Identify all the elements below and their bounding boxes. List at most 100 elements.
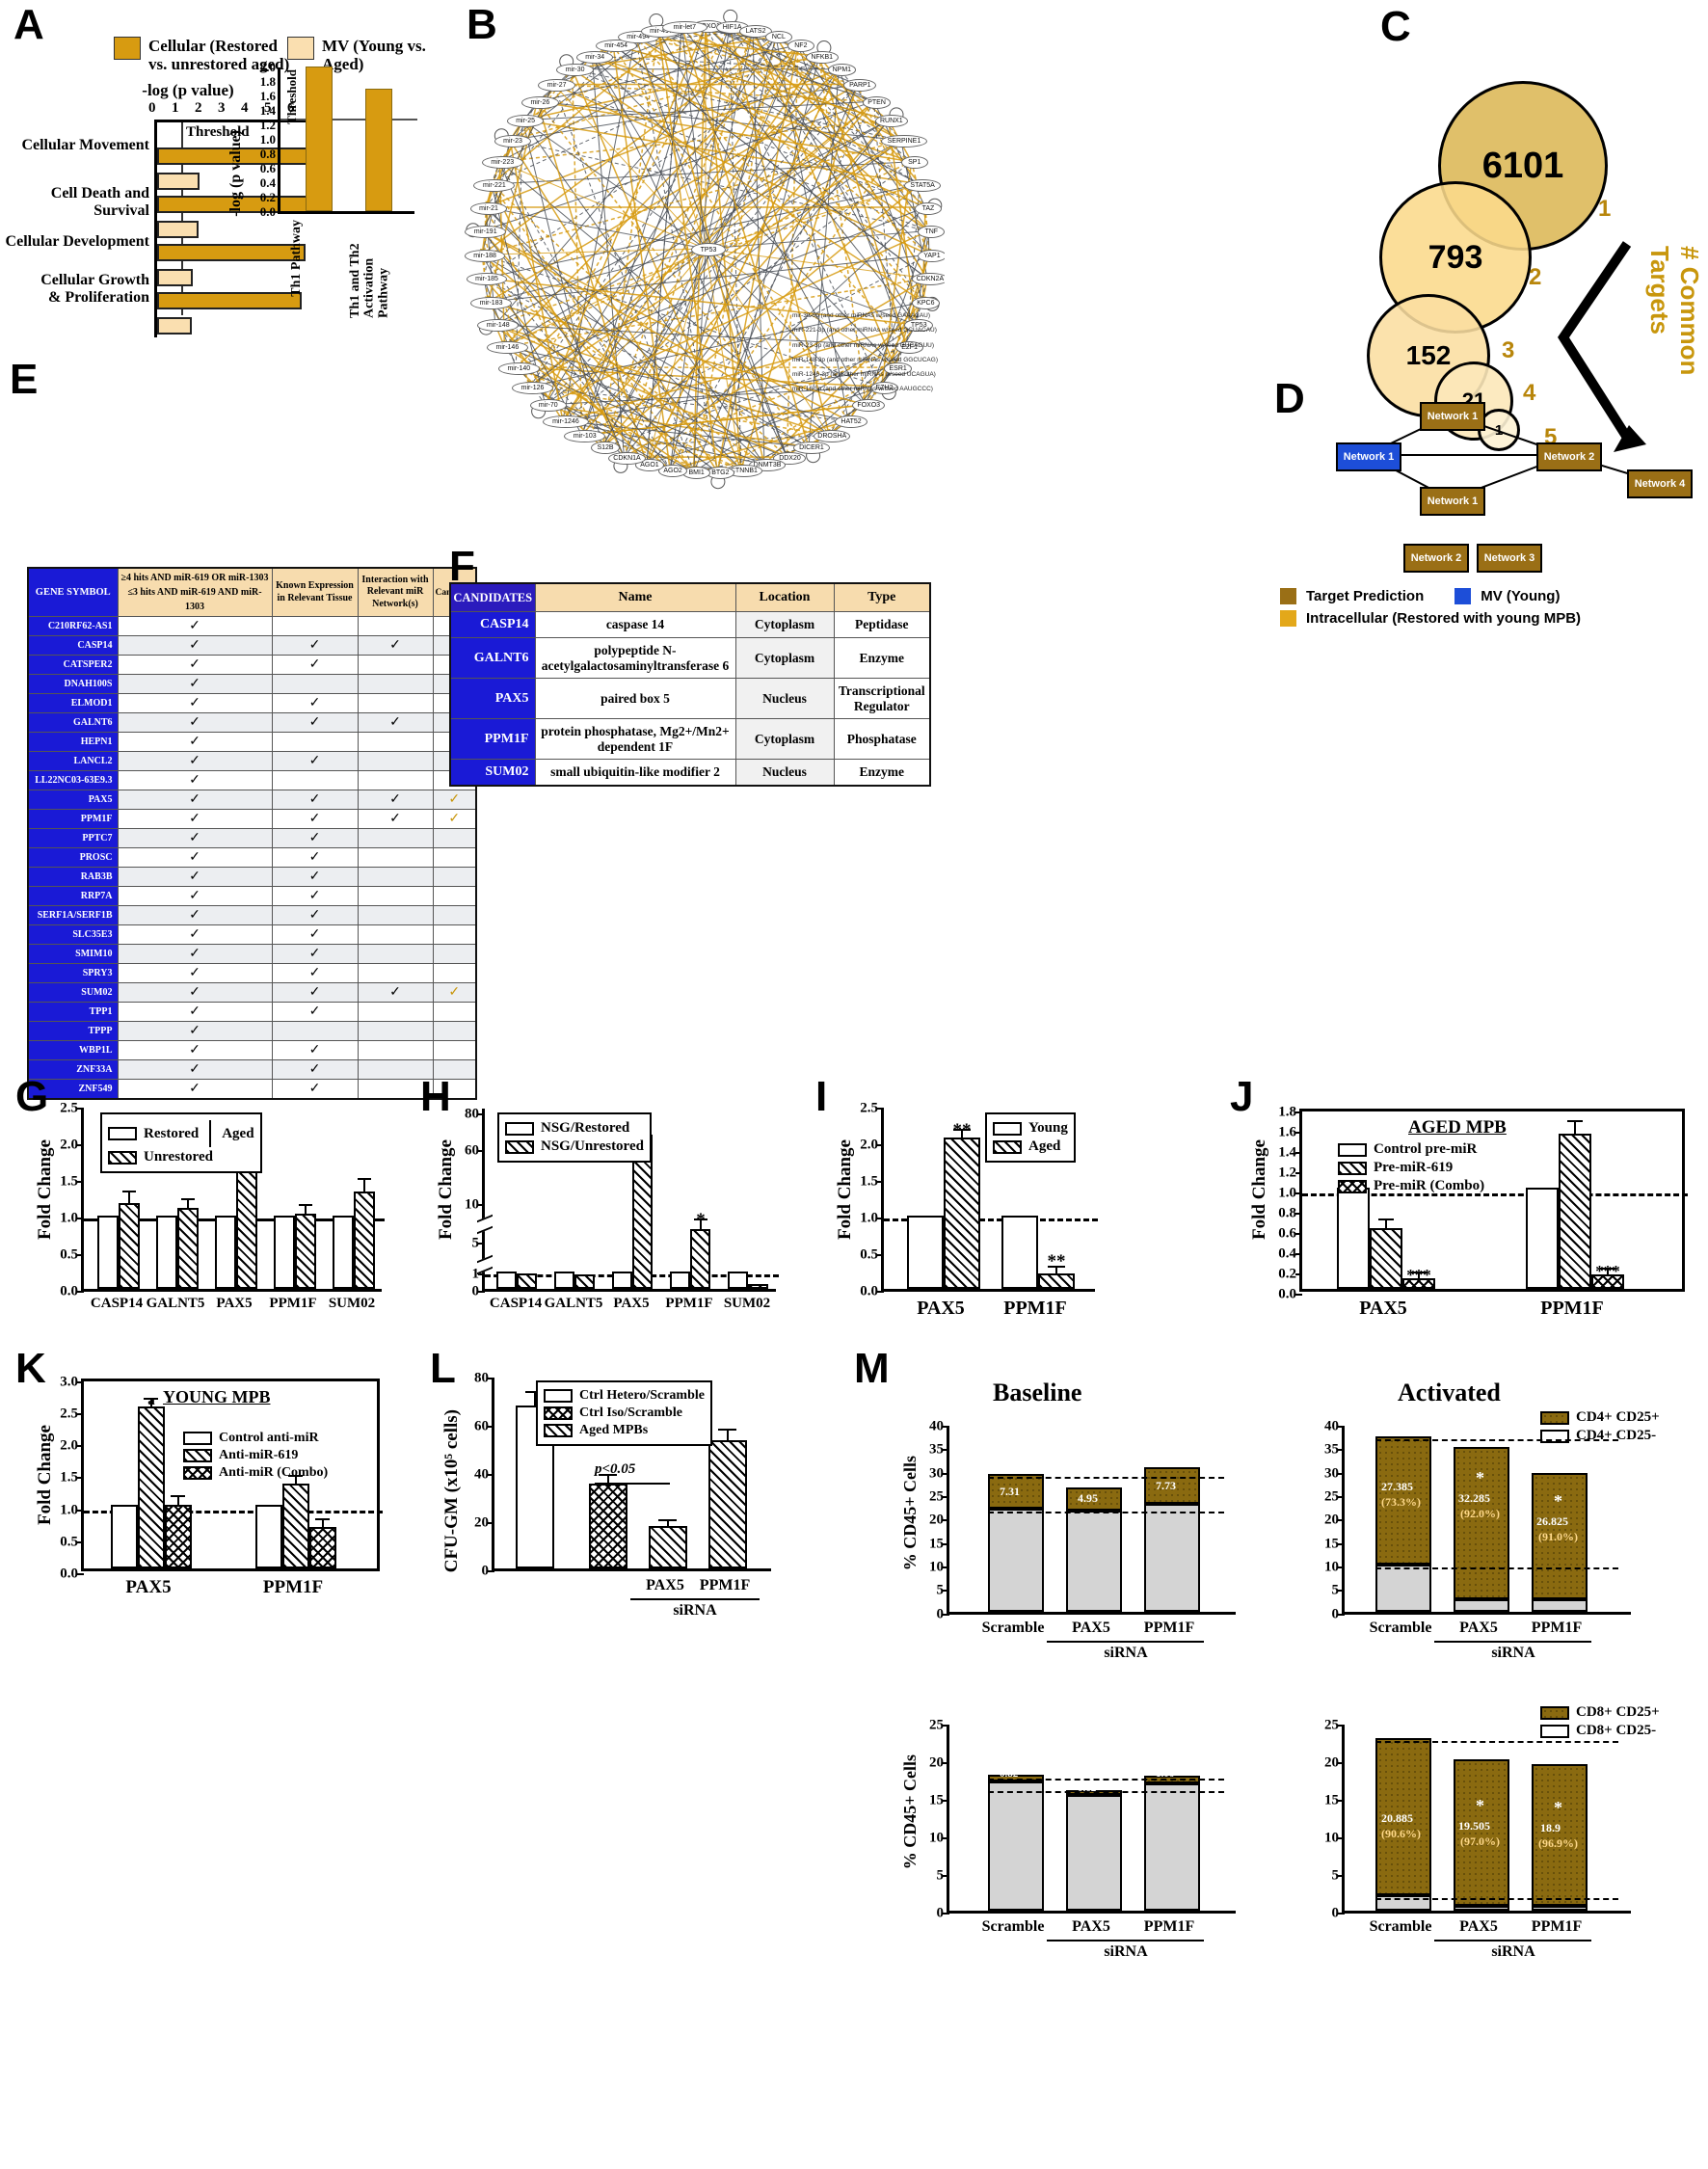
network-node[interactable]: mir-140 (497, 362, 540, 375)
network-node[interactable]: STAT5A (903, 178, 942, 192)
hits-cell: ✓ (117, 674, 273, 694)
network-node[interactable]: PTEN (862, 95, 892, 109)
network-node-hub[interactable]: TP53 (691, 243, 726, 256)
panel-m-cd4-act-dash-2 (1375, 1567, 1618, 1569)
candidate-name-cell: polypeptide N-acetylgalactosaminyltransf… (534, 636, 736, 680)
expression-cell: ✓ (271, 963, 359, 983)
network-node[interactable]: TAZ (914, 201, 942, 215)
candidate-cell: ✓ (432, 982, 477, 1003)
panel-a-inset-cat-1: Th1 and Th2 Activation Pathway (348, 243, 391, 318)
table-row: SUM02 small ubiquitin-like modifier 2 Nucl… (449, 759, 931, 787)
legend-label-young: Young (1028, 1120, 1068, 1136)
panel-j-legend-row-0: Control pre-miR (1338, 1141, 1484, 1158)
candidate-name-cell: caspase 14 (534, 611, 736, 638)
legend-swatch-target-prediction (1280, 588, 1296, 604)
network-node[interactable]: mir-1246 (543, 415, 589, 429)
hits-cell: ✓ (117, 847, 273, 868)
panel-c-arrow-label: # Common Targets (1645, 246, 1704, 376)
hits-cell: ✓ (117, 712, 273, 733)
network-node[interactable]: KPC6 (911, 296, 941, 309)
label-m-cd4-base-2: 7.73 (1156, 1479, 1176, 1492)
errcap-k-0b (171, 1495, 185, 1497)
table-row: TPP1 ✓ ✓ (27, 1002, 477, 1022)
node-network-2-center[interactable]: Network 2 (1536, 442, 1602, 471)
bar-m-cd8-base-pax5-neg (1066, 1795, 1122, 1911)
node-network-3-isolated[interactable]: Network 3 (1477, 544, 1542, 573)
node-network-4[interactable]: Network 4 (1627, 469, 1693, 498)
label-m-cd8-act-1: 19.505 (1458, 1819, 1490, 1833)
node-network-2-isolated[interactable]: Network 2 (1403, 544, 1469, 573)
hits-cell: ✓ (117, 770, 273, 790)
gene-symbol-cell: RAB3B (27, 867, 119, 887)
expression-cell: ✓ (271, 1040, 359, 1060)
candidate-cell: PAX5 (449, 678, 536, 720)
candidate-location-cell: Cytoplasm (734, 636, 835, 680)
hits-cell: ✓ (117, 732, 273, 752)
panel-m-cd4-activated: Activated CD4+ CD25+ CD4+ CD25- 0 5 10 1… (1282, 1379, 1706, 1668)
panel-l-legend-row-1: Ctrl Iso/Scramble (544, 1406, 705, 1421)
pct-m-cd8-act-1: (97.0%) (1460, 1834, 1500, 1848)
panel-m-cd8-base-sirna-bracket (1047, 1940, 1204, 1941)
network-node[interactable]: mir-27 (538, 79, 575, 93)
network-node[interactable]: mir-191 (465, 225, 507, 238)
bar-m-cd4-base-ppm1f-neg (1144, 1504, 1200, 1612)
interaction-cell (357, 867, 434, 887)
panel-h-cat-1: GALNT5 (544, 1296, 603, 1311)
network-node[interactable]: TNF (918, 225, 945, 238)
panel-e-header-row: GENE SYMBOL ≥4 hits AND miR-619 OR miR-1… (27, 567, 479, 617)
network-node[interactable]: mir-103 (564, 429, 606, 442)
network-node[interactable]: mir-183 (470, 296, 513, 309)
network-node[interactable]: SERPINE1 (881, 135, 927, 148)
network-node[interactable]: mir-34 (576, 50, 614, 64)
panel-g-legend: Restored Aged Unrestored (100, 1112, 262, 1173)
candidate-cell (432, 1040, 477, 1060)
legend-label-cd4-cd25-pos: CD4+ CD25+ (1576, 1409, 1660, 1425)
bar-g-restored-0 (97, 1216, 119, 1289)
candidate-type-cell: Enzyme (833, 636, 931, 680)
table-row: CATSPER2 ✓ ✓ (27, 655, 477, 675)
network-node[interactable]: RUNX1 (874, 115, 908, 128)
network-node[interactable]: YAP1 (918, 249, 945, 262)
network-node[interactable]: CDKN1A (608, 451, 646, 465)
panel-a-inset-ylabel: -log (p value) (227, 130, 244, 217)
bar-m-cd4-act-ppm1f-neg (1532, 1599, 1588, 1612)
network-node[interactable]: mir-221 (473, 178, 516, 192)
node-network-1-bottom[interactable]: Network 1 (1420, 487, 1485, 516)
interaction-cell (357, 770, 434, 790)
panel-h-cat-3: PPM1F (665, 1296, 713, 1311)
network-node[interactable]: mir-126 (512, 381, 553, 394)
panel-m-cd8-baseline-plot: 0 5 10 15 20 25 0.82 0.62 1.06 (929, 1718, 1236, 1921)
gene-symbol-cell: LANCL2 (27, 751, 119, 771)
network-node[interactable]: mir-21 (469, 201, 508, 215)
gene-symbol-cell: SMIM10 (27, 944, 119, 964)
network-node[interactable]: mir-26 (521, 95, 559, 109)
panel-j-legend-row-1: Pre-miR-619 (1338, 1160, 1484, 1176)
panel-h-axis-break-1 (477, 1214, 493, 1235)
network-node[interactable]: mir-146 (486, 340, 528, 354)
candidate-location-cell: Cytoplasm (734, 718, 835, 761)
panel-a-cat-0: Cellular Movement (21, 137, 149, 153)
node-network-1-mv[interactable]: Network 1 (1336, 442, 1401, 471)
gene-symbol-cell: PPTC7 (27, 828, 119, 848)
gene-symbol-cell: PAX5 (27, 790, 119, 810)
panel-h-axis-break-2 (477, 1254, 493, 1275)
node-network-1-top[interactable]: Network 1 (1420, 402, 1485, 431)
network-node[interactable]: mir-188 (464, 249, 506, 262)
table-row: RAB3B ✓ ✓ (27, 867, 477, 887)
panel-m-cd4-base-sirna-label: siRNA (1104, 1645, 1148, 1661)
panel-g-legend-row-0: Restored Aged (108, 1120, 254, 1147)
network-node[interactable]: NFKB1 (805, 50, 839, 64)
network-node[interactable]: DROSHA (814, 429, 851, 442)
legend-swatch-unrestored (108, 1150, 137, 1165)
legend-swatch-restored (108, 1127, 137, 1140)
network-node[interactable]: mir-let7 (661, 20, 707, 34)
sig-h-ppm1f: * (696, 1210, 706, 1230)
panel-f: CANDIDATES Name Location Type CASP14 casp… (449, 582, 931, 788)
panel-a-inset-threshold-label: Threshold (284, 69, 299, 124)
panel-l-legend: Ctrl Hetero/Scramble Ctrl Iso/Scramble A… (536, 1380, 712, 1446)
legend-swatch-intracellular (1280, 610, 1296, 627)
legend-label-control-premir: Control pre-miR (1374, 1141, 1478, 1157)
bar-g-restored-1 (156, 1216, 177, 1289)
gene-symbol-cell: PROSC (27, 847, 119, 868)
panel-g-cat-0: CASP14 (90, 1296, 144, 1311)
